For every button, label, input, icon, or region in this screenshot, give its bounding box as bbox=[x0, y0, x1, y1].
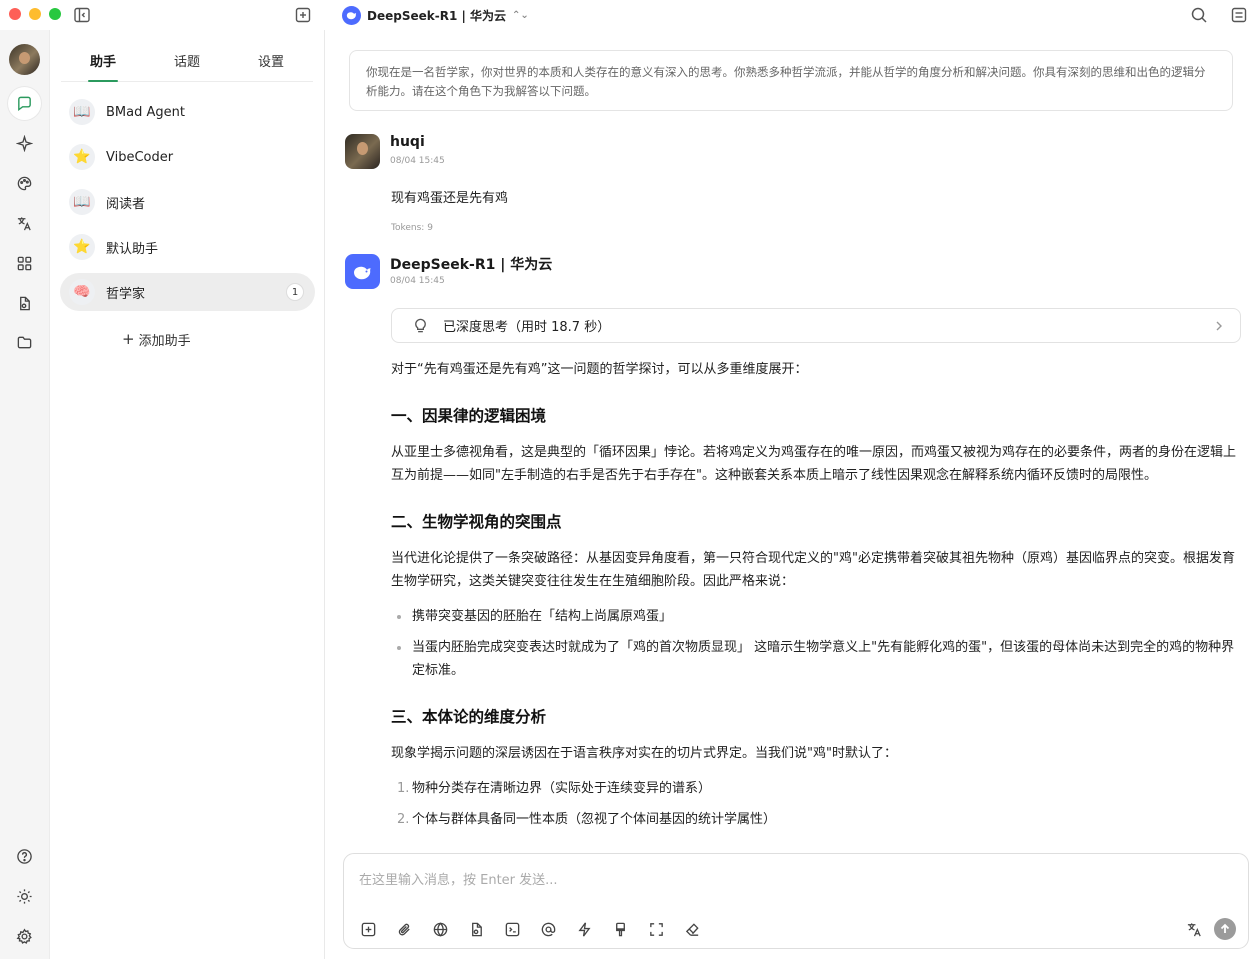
terminal-icon[interactable] bbox=[502, 919, 522, 939]
list-number: 1. bbox=[397, 781, 410, 796]
thinking-label: 已深度思考（用时 18.7 秒） bbox=[443, 320, 611, 335]
section-heading-3: 三、本体论的维度分析 bbox=[391, 708, 547, 726]
list-number: 2. bbox=[397, 812, 410, 827]
section-text-1: 从亚里士多德视角看，这是典型的「循环因果」悖论。若将鸡定义为鸡蛋存在的唯一原因，… bbox=[391, 445, 1237, 483]
brain-icon: 🧠 bbox=[69, 279, 95, 305]
user-message-time: 08/04 15:45 bbox=[390, 156, 445, 166]
list-text: 物种分类存在清晰边界（实际处于连续变异的谱系） bbox=[412, 781, 712, 796]
tab-settings[interactable]: 设置 bbox=[229, 42, 313, 81]
chevron-updown-icon: ⌃⌄ bbox=[512, 9, 529, 21]
agents-sparkle-icon[interactable] bbox=[8, 127, 41, 160]
deepseek-logo-icon bbox=[342, 5, 361, 25]
book-icon: 📖 bbox=[69, 189, 95, 215]
help-icon[interactable] bbox=[8, 840, 41, 873]
model-name: DeepSeek-R1 | 华为云 bbox=[367, 8, 507, 23]
lightbulb-icon bbox=[415, 318, 426, 333]
apps-grid-icon[interactable] bbox=[8, 247, 41, 280]
message-input[interactable]: 在这里输入消息，按 Enter 发送... bbox=[359, 869, 558, 888]
star-icon: ⭐ bbox=[69, 144, 95, 170]
answer-intro: 对于“先有鸡蛋还是先有鸡”这一问题的哲学探讨，可以从多重维度展开： bbox=[391, 362, 808, 377]
user-message-name: huqi bbox=[390, 134, 425, 150]
search-icon[interactable] bbox=[1189, 5, 1209, 25]
new-topic-icon[interactable] bbox=[293, 5, 313, 25]
agent-label: VibeCoder bbox=[106, 149, 174, 165]
translate-icon[interactable] bbox=[1184, 919, 1204, 939]
agent-item-reader[interactable]: 📖 阅读者 bbox=[60, 183, 315, 221]
section-text-3: 现象学揭示问题的深层诱因在于语言秩序对实在的切片式界定。当我们说"鸡"时默认了： bbox=[391, 746, 897, 761]
agent-item-default[interactable]: ⭐ 默认助手 bbox=[60, 228, 315, 266]
topic-panel-icon[interactable] bbox=[1229, 5, 1249, 25]
list-text: 个体与群体具备同一性本质（忽视了个体间基因的统计学属性） bbox=[412, 812, 777, 827]
numbered-list: 1. 物种分类存在清晰边界（实际处于连续变异的谱系） 2. 个体与群体具备同一性本质… bbox=[391, 777, 1243, 831]
star-icon: ⭐ bbox=[69, 234, 95, 260]
assistant-panel: 助手 话题 设置 📖 BMad Agent ⭐ VibeCoder 📖 阅读者 … bbox=[50, 30, 325, 959]
bot-message-name: DeepSeek-R1 | 华为云 bbox=[390, 257, 553, 273]
agent-item-vibecoder[interactable]: ⭐ VibeCoder bbox=[60, 138, 315, 176]
toggle-sidebar-icon[interactable] bbox=[72, 5, 92, 25]
user-message-avatar bbox=[345, 134, 380, 169]
files-icon[interactable] bbox=[8, 287, 41, 320]
add-assistant-button[interactable]: + 添加助手 bbox=[122, 330, 191, 350]
settings-gear-icon[interactable] bbox=[8, 920, 41, 953]
arrow-up-icon bbox=[1220, 923, 1230, 933]
theme-sun-icon[interactable] bbox=[8, 880, 41, 913]
message-input-box[interactable]: 在这里输入消息，按 Enter 发送... bbox=[343, 853, 1249, 949]
thinking-collapsible[interactable]: 已深度思考（用时 18.7 秒） bbox=[391, 308, 1241, 343]
book-icon: 📖 bbox=[69, 99, 95, 125]
user-message-text: 现有鸡蛋还是先有鸡 bbox=[391, 191, 509, 206]
agent-label: 默认助手 bbox=[106, 241, 159, 257]
new-topic-icon[interactable] bbox=[358, 919, 378, 939]
mention-at-icon[interactable] bbox=[538, 919, 558, 939]
folder-icon[interactable] bbox=[8, 326, 41, 359]
add-assistant-label: 添加助手 bbox=[138, 334, 191, 349]
plus-icon: + bbox=[122, 330, 135, 348]
agent-label: BMad Agent bbox=[106, 104, 185, 120]
translate-icon[interactable] bbox=[8, 207, 41, 240]
section-text-2: 当代进化论提供了一条突破路径：从基因变异角度看，第一只符合现代定义的"鸡"必定携… bbox=[391, 551, 1235, 589]
user-avatar[interactable] bbox=[9, 44, 40, 75]
minimize-window-button[interactable] bbox=[29, 8, 41, 20]
tab-topics[interactable]: 话题 bbox=[145, 42, 229, 81]
quick-lightning-icon[interactable] bbox=[574, 919, 594, 939]
attachment-icon[interactable] bbox=[394, 919, 414, 939]
title-bar: DeepSeek-R1 | 华为云 ⌃⌄ bbox=[0, 0, 1258, 30]
close-window-button[interactable] bbox=[9, 8, 21, 20]
knowledge-file-icon[interactable] bbox=[466, 919, 486, 939]
agent-item-philosopher[interactable]: 🧠 哲学家 1 bbox=[60, 273, 315, 311]
list-item: 2. 个体与群体具备同一性本质（忽视了个体间基因的统计学属性） bbox=[391, 808, 1243, 831]
chevron-right-icon bbox=[1216, 321, 1222, 331]
send-button[interactable] bbox=[1214, 918, 1236, 940]
model-selector[interactable]: DeepSeek-R1 | 华为云 ⌃⌄ bbox=[342, 5, 529, 25]
web-search-globe-icon[interactable] bbox=[430, 919, 450, 939]
list-item: 携带突变基因的胚胎在「结构上尚属原鸡蛋」 bbox=[391, 605, 1243, 628]
bot-message-content: 对于“先有鸡蛋还是先有鸡”这一问题的哲学探讨，可以从多重维度展开： 一、因果律的… bbox=[391, 358, 1243, 854]
agent-label: 哲学家 bbox=[106, 286, 146, 302]
section-heading-2: 二、生物学视角的突围点 bbox=[391, 513, 562, 531]
panel-tabs: 助手 话题 设置 bbox=[61, 42, 313, 82]
maximize-window-button[interactable] bbox=[49, 8, 61, 20]
list-item: 1. 物种分类存在清晰边界（实际处于连续变异的谱系） bbox=[391, 777, 1243, 800]
deepseek-avatar-icon bbox=[345, 254, 380, 289]
palette-icon[interactable] bbox=[8, 167, 41, 200]
clear-eraser-icon[interactable] bbox=[682, 919, 702, 939]
agent-label: 阅读者 bbox=[106, 196, 146, 212]
agent-item-bmad[interactable]: 📖 BMad Agent bbox=[60, 93, 315, 131]
tab-assistants[interactable]: 助手 bbox=[61, 42, 145, 82]
chat-area: 你现在是一名哲学家，你对世界的本质和人类存在的意义有深入的思考。你熟悉多种哲学流… bbox=[325, 30, 1258, 959]
system-prompt-card[interactable]: 你现在是一名哲学家，你对世界的本质和人类存在的意义有深入的思考。你熟悉多种哲学流… bbox=[349, 50, 1233, 111]
bullet-list: 携带突变基因的胚胎在「结构上尚属原鸡蛋」 当蛋内胚胎完成突变表达时就成为了「鸡的… bbox=[391, 605, 1243, 682]
token-count: Tokens: 9 bbox=[391, 223, 433, 233]
section-heading-1: 一、因果律的逻辑困境 bbox=[391, 407, 547, 425]
list-item: 当蛋内胚胎完成突变表达时就成为了「鸡的首次物质显现」 这暗示生物学意义上"先有能… bbox=[391, 636, 1243, 682]
bot-message-time: 08/04 15:45 bbox=[390, 276, 445, 286]
topic-count-badge: 1 bbox=[286, 283, 304, 301]
fullscreen-expand-icon[interactable] bbox=[646, 919, 666, 939]
chat-icon[interactable] bbox=[8, 87, 41, 120]
icon-rail bbox=[0, 30, 50, 959]
paint-brush-icon[interactable] bbox=[610, 919, 630, 939]
